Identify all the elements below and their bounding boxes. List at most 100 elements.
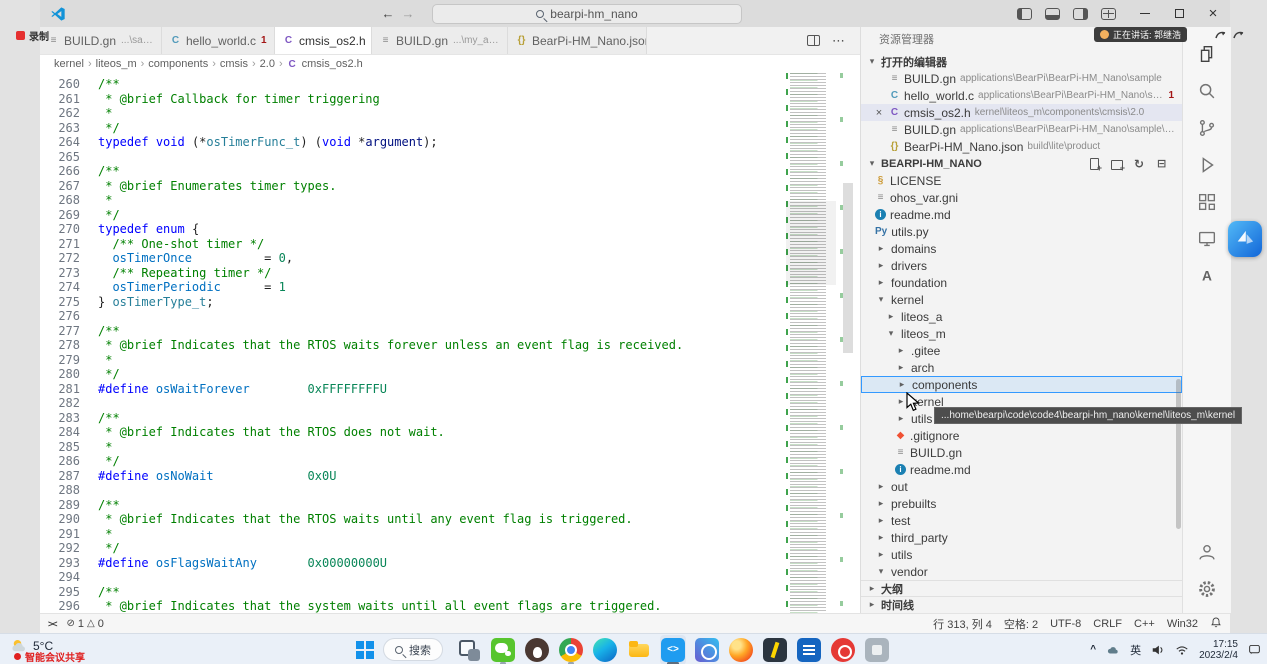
open-editor-item[interactable]: ≡BUILD.gnapplications\BearPi\BearPi-HM_N… bbox=[861, 70, 1182, 87]
encoding[interactable]: UTF-8 bbox=[1050, 618, 1081, 630]
run-debug-icon[interactable] bbox=[1183, 146, 1231, 183]
toolbar-fold-arrows[interactable] bbox=[1214, 28, 1245, 40]
tree-folder[interactable]: ▸liteos_a bbox=[861, 308, 1182, 325]
problems-status[interactable]: ⊘ 1 △ 0 bbox=[67, 618, 104, 630]
close-button[interactable]: × bbox=[1196, 0, 1230, 27]
tree-folder[interactable]: ▾vendor bbox=[861, 563, 1182, 580]
clock[interactable]: 17:15 2023/2/4 bbox=[1199, 639, 1238, 661]
toggle-secondary-sidebar-icon[interactable] bbox=[1073, 8, 1088, 20]
floating-assistant-widget[interactable] bbox=[1228, 221, 1262, 257]
maximize-button[interactable] bbox=[1162, 0, 1196, 27]
tree-folder[interactable]: ▸arch bbox=[861, 359, 1182, 376]
tree-folder[interactable]: ▸foundation bbox=[861, 274, 1182, 291]
scrollbar-thumb[interactable] bbox=[843, 183, 853, 353]
open-editor-item[interactable]: ×Ccmsis_os2.hkernel\liteos_m\components\… bbox=[861, 104, 1182, 121]
remote-indicator-icon[interactable]: >< bbox=[48, 619, 57, 629]
editor-tab[interactable]: Chello_world.c1 bbox=[162, 27, 275, 54]
tree-folder[interactable]: ▸test bbox=[861, 512, 1182, 529]
taskbar-edge-icon[interactable] bbox=[593, 638, 617, 662]
tree-folder[interactable]: ▸drivers bbox=[861, 257, 1182, 274]
start-button-icon[interactable] bbox=[356, 641, 374, 659]
refresh-icon[interactable] bbox=[1133, 157, 1147, 171]
tree-file[interactable]: ≡ohos_var.gni bbox=[861, 189, 1182, 206]
taskbar-firefox-icon[interactable] bbox=[729, 638, 753, 662]
open-editors-header[interactable]: ▾ 打开的编辑器 bbox=[861, 53, 1182, 70]
taskbar-qq-icon[interactable] bbox=[525, 638, 549, 662]
breadcrumb-item[interactable]: components bbox=[148, 58, 208, 70]
taskbar-photos-icon[interactable] bbox=[695, 638, 719, 662]
tree-folder[interactable]: ▸prebuilts bbox=[861, 495, 1182, 512]
breadcrumb-item[interactable]: liteos_m bbox=[96, 58, 137, 70]
input-language-indicator[interactable]: 英 bbox=[1130, 642, 1141, 658]
open-editor-item[interactable]: {}BearPi-HM_Nano.jsonbuild\lite\product bbox=[861, 138, 1182, 155]
tree-file[interactable]: ireadme.md bbox=[861, 461, 1182, 478]
taskbar-devtool-icon[interactable] bbox=[763, 638, 787, 662]
breadcrumb-item[interactable]: cmsis bbox=[220, 58, 248, 70]
minimap-slider[interactable] bbox=[786, 201, 836, 285]
platform[interactable]: Win32 bbox=[1167, 618, 1198, 630]
volume-icon[interactable] bbox=[1151, 643, 1165, 657]
tree-folder[interactable]: ▾liteos_m bbox=[861, 325, 1182, 342]
tree-file[interactable]: Pyutils.py bbox=[861, 223, 1182, 240]
tree-folder[interactable]: ▸domains bbox=[861, 240, 1182, 257]
new-file-icon[interactable] bbox=[1087, 157, 1101, 171]
command-center-search[interactable]: bearpi-hm_nano bbox=[432, 4, 742, 24]
tree-file[interactable]: ireadme.md bbox=[861, 206, 1182, 223]
tree-folder[interactable]: ▾kernel bbox=[861, 291, 1182, 308]
outline-header[interactable]: ▸ 大纲 bbox=[861, 580, 1182, 596]
indentation[interactable]: 空格: 2 bbox=[1004, 616, 1038, 632]
minimize-button[interactable] bbox=[1128, 0, 1162, 27]
breadcrumb-item[interactable]: kernel bbox=[54, 58, 84, 70]
explorer-icon[interactable] bbox=[1183, 35, 1231, 72]
collapse-all-icon[interactable] bbox=[1156, 157, 1170, 171]
extensions-icon[interactable] bbox=[1183, 183, 1231, 220]
tree-file[interactable]: ≡BUILD.gn bbox=[861, 444, 1182, 461]
taskbar-music-icon[interactable] bbox=[831, 638, 855, 662]
close-editor-icon[interactable]: × bbox=[873, 107, 885, 119]
taskbar-appgray-icon[interactable] bbox=[865, 638, 889, 662]
extension-a-icon[interactable]: A bbox=[1183, 257, 1231, 294]
toggle-panel-icon[interactable] bbox=[1045, 8, 1060, 20]
editor-tab[interactable]: Ccmsis_os2.h× bbox=[275, 27, 372, 54]
editor-scrollbar[interactable] bbox=[840, 73, 854, 613]
tree-folder[interactable]: ▸.gitee bbox=[861, 342, 1182, 359]
breadcrumb[interactable]: kernel›liteos_m›components›cmsis›2.0›Ccm… bbox=[40, 55, 860, 73]
notification-center-icon[interactable] bbox=[1248, 643, 1261, 656]
tree-folder[interactable]: ▸third_party bbox=[861, 529, 1182, 546]
minimap[interactable] bbox=[786, 73, 836, 613]
hidden-icons-chevron-icon[interactable]: ^ bbox=[1090, 644, 1096, 655]
open-editor-item[interactable]: Chello_world.capplications\BearPi\BearPi… bbox=[861, 87, 1182, 104]
language-mode[interactable]: C++ bbox=[1134, 618, 1155, 630]
toggle-sidebar-icon[interactable] bbox=[1017, 8, 1032, 20]
breadcrumb-item[interactable]: 2.0 bbox=[260, 58, 275, 70]
taskbar-docs-icon[interactable] bbox=[797, 638, 821, 662]
code-lines[interactable]: /** * @brief Callback for timer triggeri… bbox=[86, 73, 860, 613]
project-header[interactable]: ▾ BEARPI-HM_NANO bbox=[861, 155, 1182, 172]
account-icon[interactable] bbox=[1183, 533, 1231, 570]
sidebar-scrollbar[interactable] bbox=[1176, 379, 1181, 529]
taskbar-taskview-icon[interactable] bbox=[457, 638, 481, 662]
source-control-icon[interactable] bbox=[1183, 109, 1231, 146]
network-wifi-icon[interactable] bbox=[1175, 643, 1189, 657]
new-folder-icon[interactable] bbox=[1110, 157, 1124, 171]
notifications-bell-icon[interactable] bbox=[1210, 616, 1222, 632]
more-actions-icon[interactable]: ⋯ bbox=[832, 33, 846, 49]
nav-forward-icon[interactable]: → bbox=[398, 6, 418, 21]
editor-tab[interactable]: ≡BUILD.gn...\sample bbox=[40, 27, 162, 54]
nav-back-icon[interactable]: ← bbox=[378, 6, 398, 21]
tree-file[interactable]: ◆.gitignore bbox=[861, 427, 1182, 444]
search-view-icon[interactable] bbox=[1183, 72, 1231, 109]
split-editor-icon[interactable] bbox=[807, 35, 820, 46]
cursor-position[interactable]: 行 313, 列 4 bbox=[933, 616, 992, 632]
settings-gear-icon[interactable] bbox=[1183, 570, 1231, 607]
editor[interactable]: 2602612622632642652662672682692702712722… bbox=[40, 73, 860, 613]
remote-explorer-icon[interactable] bbox=[1183, 220, 1231, 257]
tree-folder[interactable]: ▸components bbox=[861, 376, 1182, 393]
editor-tab[interactable]: {}BearPi-HM_Nano.json bbox=[508, 27, 647, 54]
tree-folder[interactable]: ▸utils bbox=[861, 546, 1182, 563]
taskbar-chrome-icon[interactable] bbox=[559, 638, 583, 662]
taskbar-explorer-icon[interactable] bbox=[627, 638, 651, 662]
tree-folder[interactable]: ▸out bbox=[861, 478, 1182, 495]
breadcrumb-item[interactable]: cmsis_os2.h bbox=[302, 58, 363, 70]
onedrive-cloud-icon[interactable] bbox=[1106, 643, 1120, 657]
